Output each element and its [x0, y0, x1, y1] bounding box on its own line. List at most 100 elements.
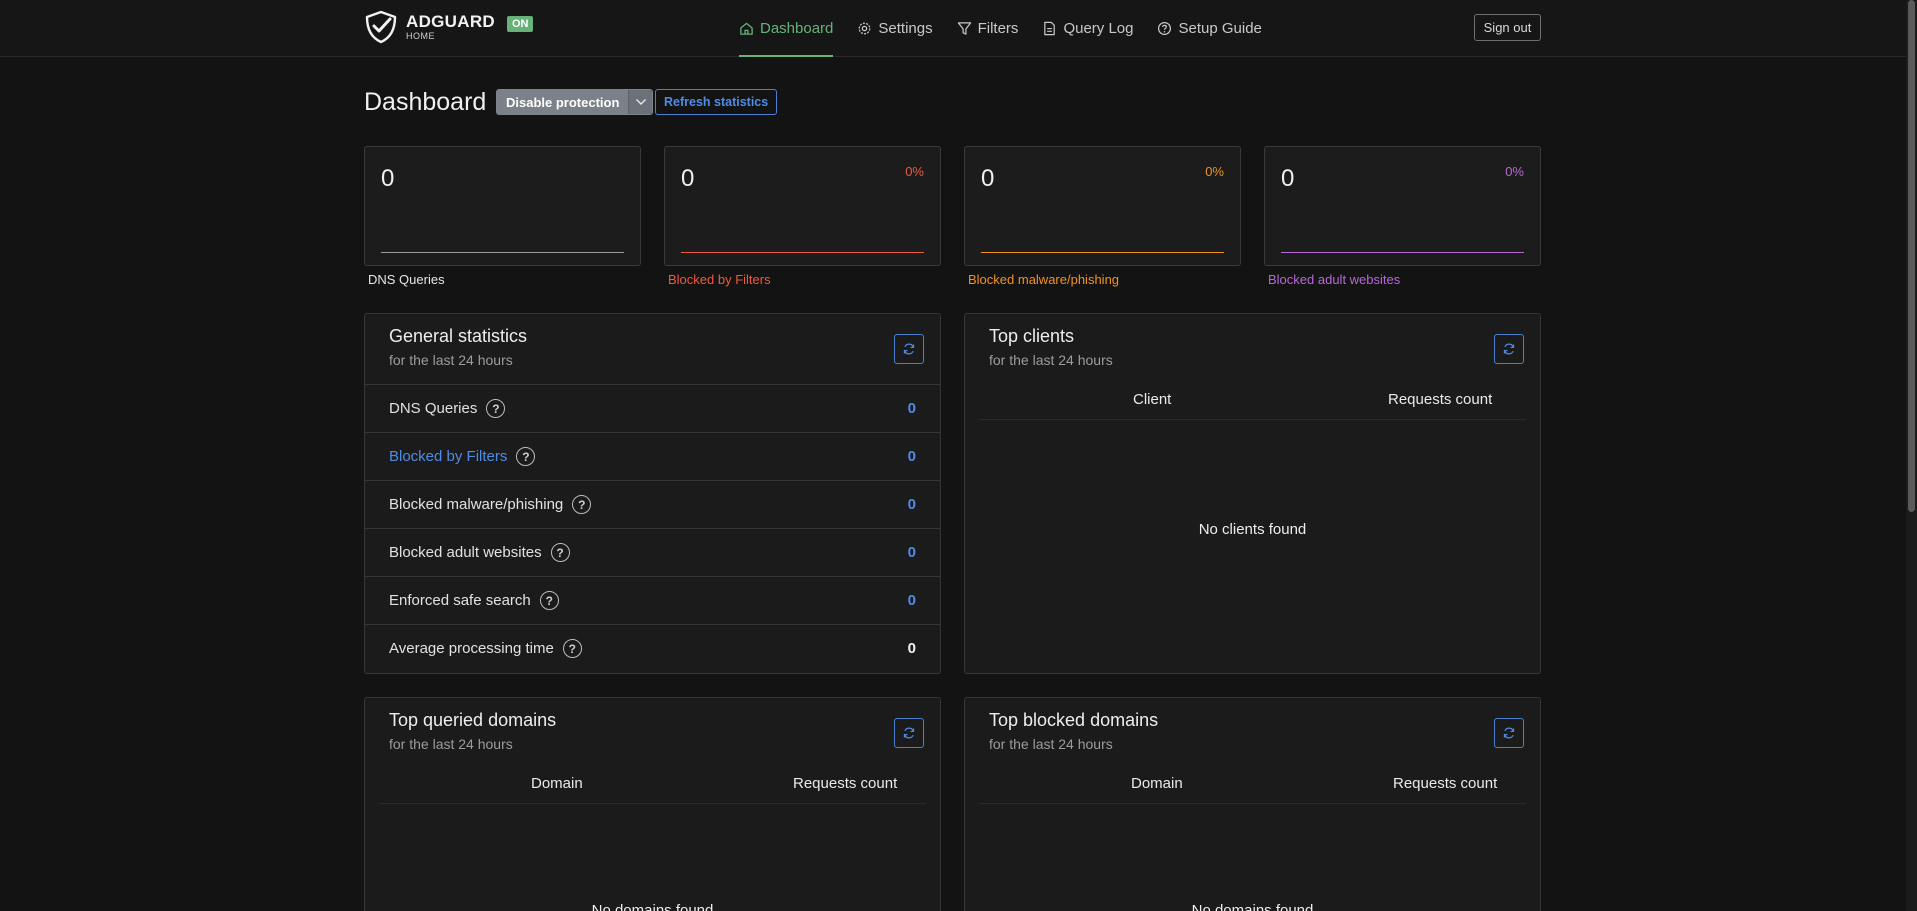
refresh-button[interactable]: [894, 718, 924, 748]
refresh-button[interactable]: [1494, 334, 1524, 364]
stat-row-value[interactable]: 0: [908, 496, 916, 513]
panel-title: General statistics: [389, 326, 528, 346]
document-icon: [1044, 21, 1056, 36]
stat-card-label: Blocked malware/phishing: [968, 272, 1120, 287]
stat-row-blocked-adult: Blocked adult websites? 0: [365, 528, 940, 576]
logo-title: ADGUARD: [406, 12, 495, 31]
column-header-requests-count[interactable]: Requests count: [1388, 391, 1492, 408]
stat-row-value[interactable]: 0: [908, 448, 916, 465]
stat-row-blocked-filters: Blocked by Filters? 0: [365, 432, 940, 480]
refresh-button[interactable]: [894, 334, 924, 364]
stat-row-avg-processing-time: Average processing time? 0: [365, 624, 940, 672]
table-header-divider: [979, 419, 1526, 420]
panel-title: Top blocked domains: [989, 710, 1159, 730]
chevron-down-icon: [635, 99, 646, 105]
nav-label: Settings: [878, 20, 933, 37]
panel-title: Top queried domains: [389, 710, 557, 730]
empty-state-message: No clients found: [1198, 521, 1307, 538]
help-circle-icon: [1158, 21, 1172, 36]
panel-subtitle: for the last 24 hours: [989, 352, 1113, 368]
stat-row-value[interactable]: 0: [908, 544, 916, 561]
stat-card-label: DNS Queries: [368, 272, 445, 287]
top-header: ADGUARD HOME ON Dashboard Settings Filte…: [0, 0, 1906, 57]
stat-row-label: Blocked adult websites?: [389, 543, 570, 562]
column-header-client[interactable]: Client: [1133, 391, 1171, 408]
stat-card-value: 0: [981, 165, 995, 192]
general-statistics-panel: General statistics for the last 24 hours…: [364, 313, 941, 674]
table-header-divider: [379, 803, 926, 804]
panel-subtitle: for the last 24 hours: [989, 736, 1113, 752]
help-icon[interactable]: ?: [550, 543, 570, 562]
stat-row-label-text: Average processing time: [389, 640, 554, 657]
stat-row-label: Average processing time?: [389, 639, 582, 658]
nav-query-log[interactable]: Query Log: [1042, 0, 1133, 57]
stat-row-safe-search: Enforced safe search? 0: [365, 576, 940, 624]
stat-card-label: Blocked adult websites: [1268, 272, 1401, 287]
adguard-logo[interactable]: ADGUARD HOME ON: [364, 10, 534, 44]
stat-row-value: 0: [907, 640, 916, 657]
stat-row-label: DNS Queries?: [389, 399, 506, 418]
refresh-button[interactable]: [1494, 718, 1524, 748]
shield-check-icon: [365, 10, 397, 44]
stat-card-percent: 0%: [1505, 164, 1524, 179]
stat-card-blocked-adult: 0 0%: [1264, 146, 1541, 266]
help-icon[interactable]: ?: [562, 639, 582, 658]
nav-label: Query Log: [1063, 20, 1134, 37]
page-title: Dashboard: [364, 88, 487, 116]
stat-card-percent: 0%: [905, 164, 924, 179]
page-scrollbar[interactable]: [1906, 0, 1917, 911]
column-header-requests-count[interactable]: Requests count: [1393, 775, 1497, 792]
main-nav: Dashboard Settings Filters Query Log Set…: [739, 0, 1286, 57]
stat-row-label[interactable]: Blocked by Filters?: [389, 447, 536, 466]
stat-card-dns-queries: 0: [364, 146, 641, 266]
stat-row-label-text: Blocked malware/phishing: [389, 496, 564, 513]
gear-icon: [859, 22, 871, 35]
empty-state-message: No domains found: [591, 902, 714, 911]
home-icon: [740, 22, 753, 35]
panel-subtitle: for the last 24 hours: [389, 736, 513, 752]
stat-row-blocked-malware: Blocked malware/phishing? 0: [365, 480, 940, 528]
help-icon[interactable]: ?: [539, 591, 559, 610]
nav-dashboard[interactable]: Dashboard: [739, 0, 834, 57]
stat-card-label: Blocked by Filters: [668, 272, 771, 287]
stat-card-blocked-malware: 0 0%: [964, 146, 1241, 266]
stat-card-sparkline: [1281, 252, 1524, 253]
scrollbar-thumb[interactable]: [1908, 0, 1915, 512]
logo-subtitle: HOME: [406, 31, 435, 41]
stat-row-dns-queries: DNS Queries? 0: [365, 384, 940, 432]
column-header-domain[interactable]: Domain: [1131, 775, 1183, 792]
help-icon[interactable]: ?: [572, 495, 592, 514]
stat-row-label: Enforced safe search?: [389, 591, 559, 610]
nav-label: Filters: [977, 20, 1019, 37]
top-clients-panel: Top clients for the last 24 hours Client…: [964, 313, 1541, 674]
column-header-domain[interactable]: Domain: [531, 775, 583, 792]
stat-row-value[interactable]: 0: [908, 400, 916, 417]
disable-protection-button-group: Disable protection: [496, 89, 654, 115]
help-icon[interactable]: ?: [516, 447, 536, 466]
sign-out-button[interactable]: Sign out: [1474, 14, 1541, 41]
disable-protection-dropdown-toggle[interactable]: [628, 90, 653, 114]
filter-icon: [957, 22, 971, 35]
panel-title: Top clients: [989, 326, 1075, 346]
top-queried-domains-panel: Top queried domains for the last 24 hour…: [364, 697, 941, 911]
stat-row-label-text: DNS Queries: [389, 400, 478, 417]
nav-filters[interactable]: Filters: [957, 0, 1019, 57]
disable-protection-button[interactable]: Disable protection: [497, 90, 629, 114]
stat-row-label-text: Enforced safe search: [389, 592, 531, 609]
stat-card-value: 0: [1281, 165, 1295, 192]
stat-row-label-text: Blocked adult websites: [389, 544, 542, 561]
empty-state-message: No domains found: [1191, 902, 1314, 911]
nav-settings[interactable]: Settings: [857, 0, 933, 57]
help-icon[interactable]: ?: [486, 399, 506, 418]
nav-setup-guide[interactable]: Setup Guide: [1157, 0, 1262, 57]
table-header-divider: [979, 803, 1526, 804]
stat-row-value[interactable]: 0: [908, 592, 916, 609]
panel-subtitle: for the last 24 hours: [389, 352, 513, 368]
stat-row-label-text[interactable]: Blocked by Filters: [389, 448, 507, 465]
stat-card-sparkline: [681, 252, 924, 253]
stat-card-blocked-filters: 0 0%: [664, 146, 941, 266]
refresh-statistics-button[interactable]: Refresh statistics: [655, 89, 778, 115]
stat-card-percent: 0%: [1205, 164, 1224, 179]
column-header-requests-count[interactable]: Requests count: [793, 775, 897, 792]
stat-row-label: Blocked malware/phishing?: [389, 495, 592, 514]
